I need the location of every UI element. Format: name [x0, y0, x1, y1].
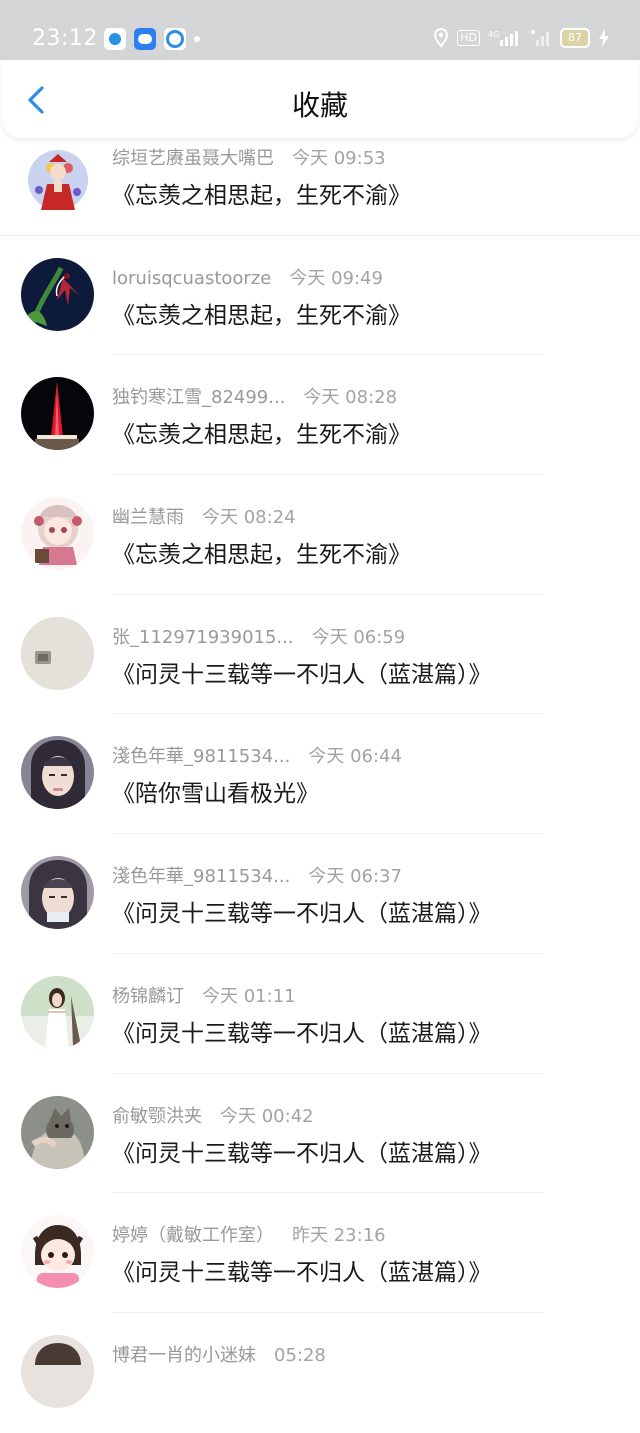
avatar	[21, 257, 94, 331]
charging-icon	[599, 29, 609, 47]
svg-text:4G: 4G	[488, 30, 499, 39]
list-item[interactable]: 幽兰慧雨 今天 08:24 《忘羡之相思起，生死不渝》	[0, 475, 640, 595]
notification-icons	[104, 28, 200, 50]
user-name[interactable]: loruisqcuastoorze	[112, 268, 271, 289]
avatar	[21, 1215, 94, 1289]
timestamp: 今天 08:24	[202, 507, 296, 529]
user-name[interactable]: 俞敏颚洪夹	[112, 1102, 202, 1128]
user-name[interactable]: 独钓寒江雪_82499...	[112, 383, 285, 409]
story-title[interactable]: 《问灵十三载等一不归人（蓝湛篇）》	[112, 1134, 492, 1168]
timestamp: 今天 01:11	[202, 985, 296, 1007]
avatar	[21, 1095, 94, 1169]
timestamp: 今天 09:49	[289, 267, 383, 289]
avatar	[21, 377, 94, 451]
timestamp: 05:28	[274, 1344, 326, 1366]
avatar	[21, 616, 94, 690]
browser-app-icon	[164, 28, 186, 50]
message-app-icon	[134, 28, 156, 50]
more-notifications-dot-icon	[194, 36, 200, 42]
item-meta: 幽兰慧雨 今天 08:24	[112, 503, 296, 529]
favorites-list: 综垣艺赓虽聂大嘴巴 今天 09:53 《忘羡之相思起，生死不渝》 loruisqc…	[0, 116, 640, 1433]
page-title: 收藏	[291, 89, 348, 122]
location-icon	[434, 28, 449, 48]
user-name[interactable]: 杨锦麟订	[112, 982, 184, 1008]
story-title[interactable]: 《问灵十三载等一不归人（蓝湛篇）》	[112, 894, 492, 928]
story-title[interactable]: 《陪你雪山看极光》	[112, 774, 319, 808]
list-item[interactable]: 淺色年華_9811534... 今天 06:37 《问灵十三载等一不归人（蓝湛篇）…	[0, 834, 640, 954]
story-title[interactable]: 《忘羡之相思起，生死不渝》	[112, 415, 411, 449]
hd-badge: HD	[457, 30, 480, 46]
item-meta: 淺色年華_9811534... 今天 06:37	[112, 862, 402, 888]
timestamp: 今天 08:28	[303, 387, 398, 409]
avatar	[21, 856, 94, 930]
user-name[interactable]: 博君一肖的小迷妹	[112, 1341, 256, 1367]
timestamp: 今天 00:42	[220, 1105, 314, 1127]
item-meta: 杨锦麟订 今天 01:11	[112, 982, 296, 1008]
status-time: 23:12	[32, 26, 98, 51]
item-meta: 淺色年華_9811534... 今天 06:44	[112, 742, 402, 768]
avatar	[21, 736, 94, 810]
user-name[interactable]: 幽兰慧雨	[112, 503, 184, 529]
timestamp: 昨天 23:16	[292, 1225, 386, 1247]
user-name[interactable]: 婷婷（戴敏工作室）	[112, 1221, 274, 1247]
story-title[interactable]: 《忘羡之相思起，生死不渝》	[112, 296, 411, 330]
avatar	[21, 144, 94, 217]
list-item[interactable]: loruisqcuastoorze 今天 09:49 《忘羡之相思起，生死不渝》	[0, 236, 640, 356]
story-title[interactable]: 《问灵十三载等一不归人（蓝湛篇）》	[112, 655, 492, 689]
timestamp: 今天 06:44	[308, 746, 402, 768]
header-bar: 收藏	[2, 60, 638, 138]
item-meta: 独钓寒江雪_82499... 今天 08:28	[112, 383, 398, 409]
avatar	[21, 497, 94, 571]
list-item[interactable]: 博君一肖的小迷妹 05:28	[0, 1313, 640, 1433]
list-item[interactable]: 独钓寒江雪_82499... 今天 08:28 《忘羡之相思起，生死不渝》	[0, 355, 640, 476]
item-meta: 婷婷（戴敏工作室） 昨天 23:16	[112, 1221, 386, 1247]
list-item[interactable]: 淺色年華_9811534... 今天 06:44 《陪你雪山看极光》	[0, 714, 640, 835]
list-item[interactable]: 俞敏颚洪夹 今天 00:42 《问灵十三载等一不归人（蓝湛篇）》	[0, 1074, 640, 1194]
list-item[interactable]: 婷婷（戴敏工作室） 昨天 23:16 《问灵十三载等一不归人（蓝湛篇）》	[0, 1193, 640, 1313]
battery-indicator: 87	[560, 28, 590, 48]
timestamp: 今天 09:53	[292, 148, 386, 169]
item-meta: 博君一肖的小迷妹 05:28	[112, 1341, 326, 1367]
item-meta: loruisqcuastoorze 今天 09:49	[112, 264, 383, 289]
story-title[interactable]: 《问灵十三载等一不归人（蓝湛篇）》	[112, 1014, 492, 1048]
app-notification-icon	[104, 28, 126, 50]
story-title[interactable]: 《忘羡之相思起，生死不渝》	[112, 535, 411, 569]
item-meta: 俞敏颚洪夹 今天 00:42	[112, 1102, 314, 1128]
user-name[interactable]: 淺色年華_9811534...	[112, 742, 290, 768]
list-item[interactable]: 张_112971939015... 今天 06:59 《问灵十三载等一不归人（蓝湛…	[0, 595, 640, 715]
avatar	[21, 1334, 94, 1408]
list-item[interactable]: 杨锦麟订 今天 01:11 《问灵十三载等一不归人（蓝湛篇）》	[0, 954, 640, 1074]
signal-no-sim-icon	[530, 29, 549, 46]
story-title[interactable]: 《问灵十三载等一不归人（蓝湛篇）》	[112, 1253, 492, 1287]
avatar	[21, 975, 94, 1049]
signal-4g-icon: 4G	[488, 30, 518, 46]
timestamp: 今天 06:37	[308, 866, 402, 888]
item-meta: 张_112971939015... 今天 06:59	[112, 623, 406, 649]
item-meta: 综垣艺赓虽聂大嘴巴 今天 09:53	[112, 144, 386, 170]
status-bar: 23:12 HD 4G 87	[0, 0, 640, 60]
timestamp: 今天 06:59	[311, 626, 406, 648]
user-name[interactable]: 张_112971939015...	[112, 623, 294, 649]
system-status: HD 4G 87	[433, 28, 610, 48]
user-name[interactable]: 淺色年華_9811534...	[112, 862, 290, 888]
user-name[interactable]: 综垣艺赓虽聂大嘴巴	[112, 144, 274, 170]
story-title[interactable]: 《忘羡之相思起，生死不渝》	[112, 176, 411, 210]
